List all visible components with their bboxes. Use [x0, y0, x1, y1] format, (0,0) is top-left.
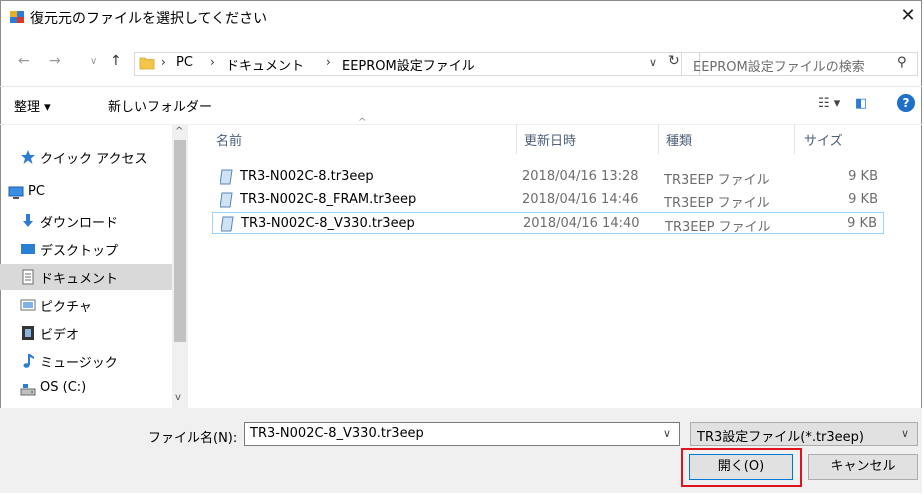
search-input[interactable]: EEPROM設定ファイルの検索	[693, 56, 865, 75]
preview-pane-icon[interactable]: ◧	[855, 96, 867, 111]
column-header-size[interactable]: サイズ	[804, 130, 843, 149]
video-icon	[22, 326, 34, 340]
drive-icon	[20, 384, 36, 396]
sidebar-item-os-drive[interactable]: OS (C:)	[0, 376, 172, 402]
scrollbar-thumb[interactable]	[174, 140, 186, 342]
file-icon	[221, 216, 234, 232]
open-button-highlight	[681, 448, 802, 487]
download-icon	[23, 214, 33, 227]
sidebar-item-downloads[interactable]: ダウンロード	[0, 208, 172, 234]
star-icon	[21, 150, 35, 164]
close-icon[interactable]: ✕	[898, 5, 918, 27]
file-name: TR3-N002C-8.tr3eep	[240, 169, 374, 184]
file-icon	[220, 169, 233, 185]
file-name: TR3-N002C-8_V330.tr3eep	[241, 216, 415, 231]
sidebar-item-videos[interactable]: ビデオ	[0, 320, 172, 346]
file-date: 2018/04/16 13:28	[522, 169, 639, 184]
column-divider[interactable]	[658, 124, 659, 154]
sidebar-item-desktop[interactable]: デスクトップ	[0, 236, 172, 262]
document-icon	[22, 269, 34, 285]
file-icon	[220, 192, 233, 208]
column-header-name[interactable]: 名前	[216, 130, 242, 149]
breadcrumb-separator: ›	[326, 55, 331, 69]
new-folder-button[interactable]: 新しいフォルダー	[108, 96, 212, 115]
app-icon	[10, 11, 24, 23]
file-row[interactable]: TR3-N002C-8_FRAM.tr3eep 2018/04/16 14:46…	[212, 189, 884, 211]
window-title: 復元元のファイルを選択してください	[30, 11, 268, 27]
up-arrow-icon[interactable]: ↑	[110, 53, 122, 69]
organize-button[interactable]: 整理 ▾	[14, 96, 51, 115]
sidebar-item-pc[interactable]: PC	[0, 180, 172, 206]
filename-value[interactable]: TR3-N002C-8_V330.tr3eep	[250, 426, 424, 441]
folder-icon	[139, 57, 155, 70]
forward-arrow-icon[interactable]: →	[49, 53, 61, 69]
breadcrumb-separator: ›	[210, 55, 215, 69]
sidebar-item-music[interactable]: ミュージック	[0, 348, 172, 374]
sidebar-item-label: OS (C:)	[40, 380, 87, 395]
file-row-selected[interactable]: TR3-N002C-8_V330.tr3eep 2018/04/16 14:40…	[212, 212, 884, 235]
sort-caret-icon: ^	[358, 117, 367, 128]
sidebar-item-quick-access[interactable]: クイック アクセス	[0, 144, 172, 170]
music-icon	[23, 354, 34, 368]
refresh-icon[interactable]: ↻	[668, 53, 680, 69]
breadcrumb-eeprom-folder[interactable]: EEPROM設定ファイル	[342, 55, 475, 74]
sidebar-item-label: デスクトップ	[40, 244, 119, 259]
file-row[interactable]: TR3-N002C-8.tr3eep 2018/04/16 13:28 TR3E…	[212, 166, 884, 188]
column-header-date[interactable]: 更新日時	[524, 130, 576, 149]
cancel-button[interactable]: キャンセル	[808, 454, 918, 480]
breadcrumb-documents[interactable]: ドキュメント	[226, 55, 304, 74]
sidebar-item-label: クイック アクセス	[40, 152, 148, 167]
sidebar-item-label: ミュージック	[40, 356, 118, 371]
sidebar-item-label: ダウンロード	[40, 216, 119, 231]
column-divider[interactable]	[794, 124, 795, 154]
sidebar-item-documents[interactable]: ドキュメント	[0, 264, 172, 290]
sidebar-item-label: ドキュメント	[40, 272, 119, 287]
scroll-up-icon[interactable]: ^	[175, 126, 183, 137]
filetype-value[interactable]: TR3設定ファイル(*.tr3eep)	[697, 426, 864, 445]
scroll-down-icon[interactable]: v	[175, 392, 181, 403]
view-options-icon[interactable]: ☷ ▾	[818, 96, 840, 111]
file-type: TR3EEP ファイル	[664, 173, 770, 188]
file-size: 9 KB	[847, 216, 877, 231]
file-date: 2018/04/16 14:46	[522, 192, 639, 207]
file-type: TR3EEP ファイル	[664, 196, 770, 211]
filename-label: ファイル名(N):	[148, 431, 238, 446]
sidebar-item-label: PC	[28, 184, 45, 199]
navigation-pane: クイック アクセス PC ダウンロード デスクトップ ドキュメント ピクチャ ビ…	[0, 124, 188, 408]
recent-locations-icon[interactable]: ∨	[90, 56, 97, 67]
file-type: TR3EEP ファイル	[665, 220, 771, 235]
breadcrumb-separator: ›	[161, 55, 166, 69]
sidebar-item-label: ビデオ	[40, 328, 80, 343]
back-arrow-icon[interactable]: ←	[18, 53, 30, 69]
chevron-down-icon[interactable]: ∨	[649, 56, 657, 69]
column-divider[interactable]	[516, 124, 517, 154]
breadcrumb-pc[interactable]: PC	[176, 55, 193, 70]
file-date: 2018/04/16 14:40	[523, 216, 640, 231]
pc-icon	[8, 186, 24, 199]
chevron-down-icon[interactable]: ∨	[901, 427, 909, 440]
desktop-icon	[21, 244, 35, 254]
help-icon[interactable]: ?	[897, 94, 915, 112]
column-header-type[interactable]: 種類	[666, 130, 692, 149]
sidebar-item-pictures[interactable]: ピクチャ	[0, 292, 172, 318]
file-size: 9 KB	[848, 169, 878, 184]
chevron-down-icon[interactable]: ∨	[663, 427, 671, 440]
file-size: 9 KB	[848, 192, 878, 207]
file-name: TR3-N002C-8_FRAM.tr3eep	[240, 192, 417, 207]
sidebar-item-label: ピクチャ	[40, 300, 92, 315]
picture-icon	[20, 299, 36, 311]
search-icon[interactable]: ⚲	[897, 55, 907, 70]
